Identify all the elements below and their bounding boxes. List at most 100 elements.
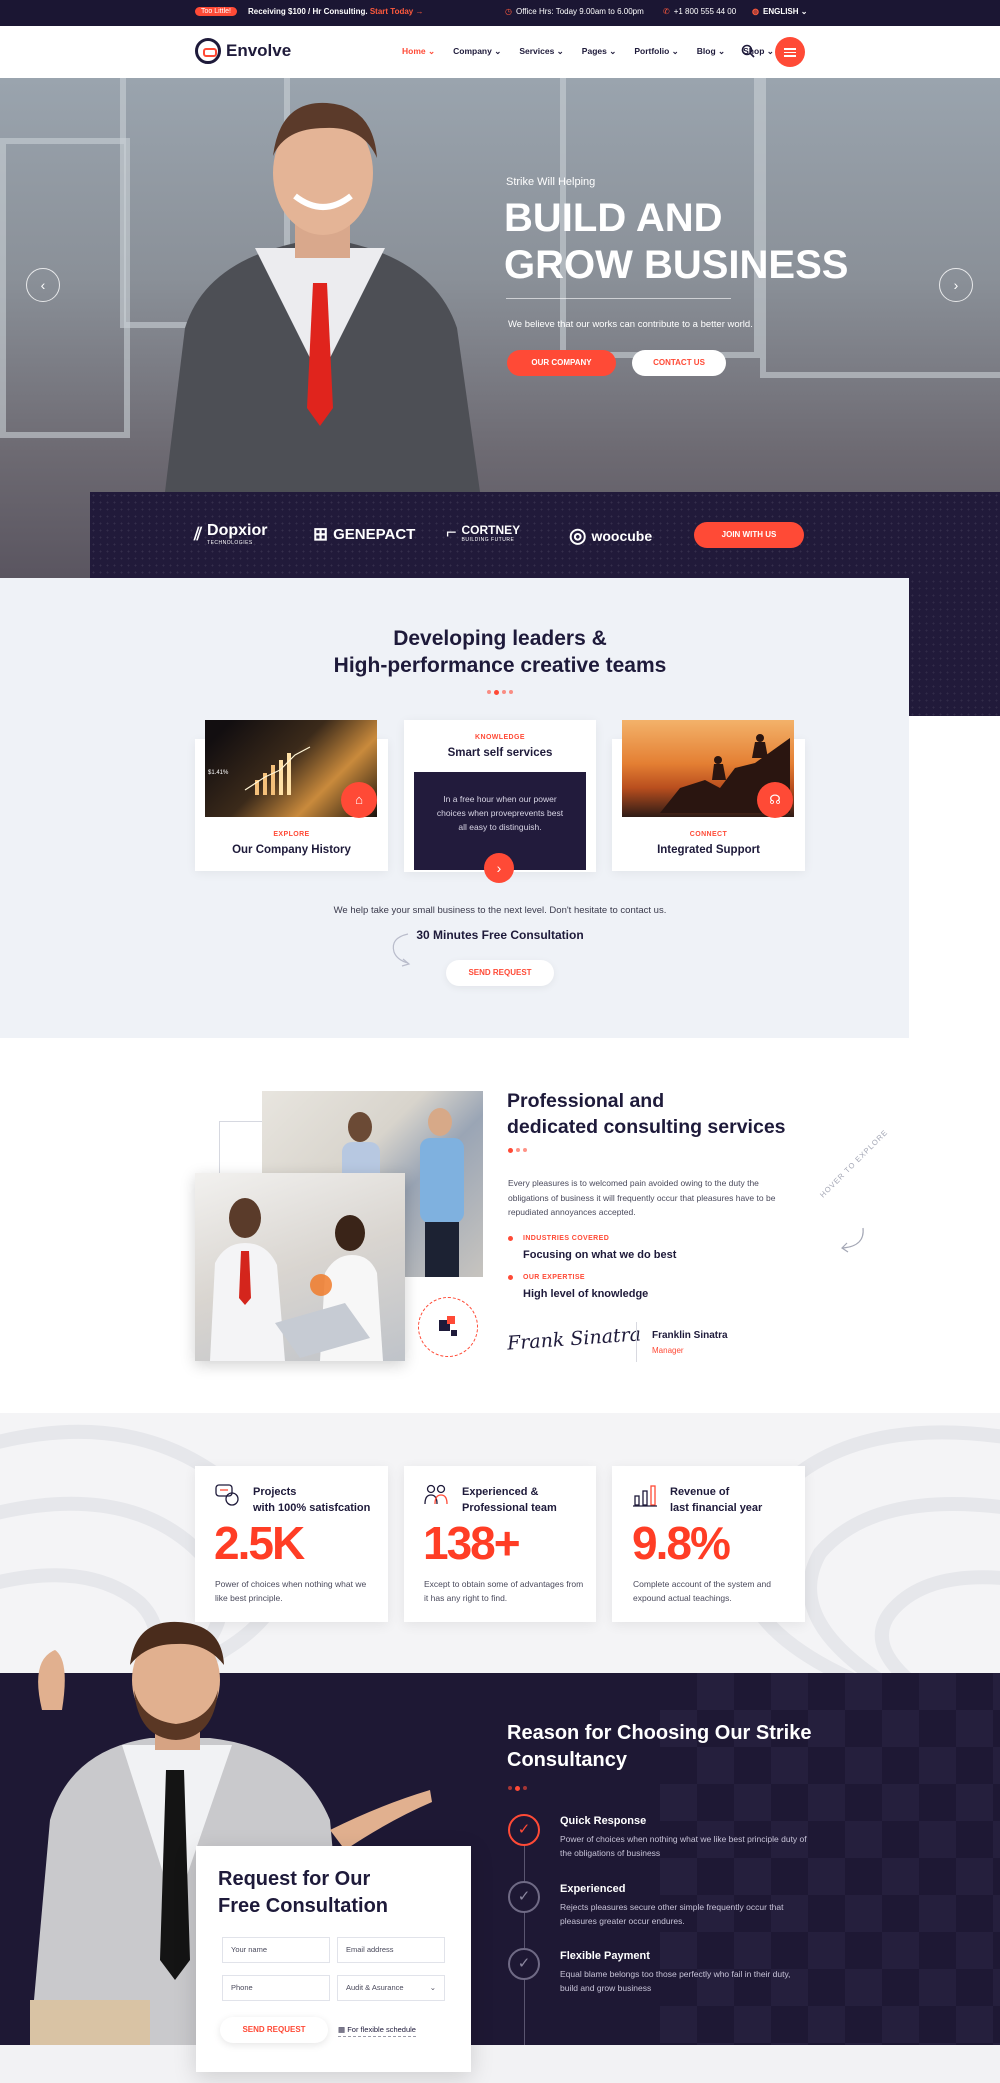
promo-text: Receiving $100 / Hr Consulting. Start To… <box>248 7 423 16</box>
service-select-value: Audit & Asurance <box>346 1983 404 1992</box>
partner-name: CORTNEY <box>461 522 521 537</box>
search-icon[interactable] <box>741 44 755 58</box>
nav-home-label: Home <box>402 46 426 56</box>
contact-us-button[interactable]: CONTACT US <box>632 350 726 376</box>
window-frame <box>0 138 130 438</box>
form-title-line: Request for Our <box>218 1868 371 1890</box>
phone-number[interactable]: ✆ +1 800 555 44 00 <box>663 7 736 16</box>
businessman-photo <box>165 102 480 492</box>
decorative-dark-strip <box>909 578 1000 716</box>
schedule-label: For flexible schedule <box>347 2025 416 2034</box>
arrow-right-button[interactable]: › <box>484 853 514 883</box>
revenue-chart-icon <box>633 1485 657 1507</box>
slider-next-button[interactable]: › <box>939 268 973 302</box>
send-request-button[interactable]: SEND REQUEST <box>220 2017 328 2043</box>
menu-bar <box>784 51 796 53</box>
language-label: ENGLISH <box>762 7 799 16</box>
phone-icon: ✆ <box>663 7 670 16</box>
partner-name: woocube <box>591 527 653 544</box>
logo-icon <box>195 38 221 64</box>
reason-item-text: Power of choices when nothing what we li… <box>560 1834 807 1858</box>
name-input[interactable]: Your name <box>222 1937 330 1963</box>
form-title-line: Free Consultation <box>218 1895 389 1917</box>
hero-title-line: BUILD AND <box>504 196 723 240</box>
start-today-link[interactable]: Start Today <box>370 7 413 16</box>
nav-home[interactable]: Home ⌄ <box>402 46 435 57</box>
bottom-strip <box>0 2045 1000 2083</box>
section-dots-divider <box>508 1148 527 1153</box>
card-title: Smart self services <box>447 747 553 759</box>
nav-services[interactable]: Services ⌄ <box>519 46 563 57</box>
dot <box>523 1786 527 1790</box>
hero-divider <box>506 298 731 299</box>
seal-logo-icon <box>439 1316 457 1336</box>
dot <box>523 1148 527 1152</box>
section-dots-divider <box>487 690 513 695</box>
nav-company[interactable]: Company ⌄ <box>453 46 501 57</box>
card-description: In a free hour when our power choices wh… <box>436 794 564 832</box>
hero-description: We believe that our works can contribute… <box>508 319 753 330</box>
slider-prev-button[interactable]: ‹ <box>26 268 60 302</box>
headset-icon: ☊ <box>757 782 793 818</box>
partner-logo-dopxior[interactable]: ⫽ Dopxior TECHNOLOGIES <box>194 522 267 546</box>
reason-item-text: Equal blame belongs too those perfectly … <box>560 1969 791 1993</box>
stat-title: Projects with 100% satisfcation <box>253 1484 370 1516</box>
chevron-right-icon: › <box>953 277 959 293</box>
office-people-illustration <box>210 1198 383 1361</box>
hero-title-line: GROW BUSINESS <box>504 243 849 287</box>
partner-logo-cortney[interactable]: ⌐ CORTNEY BUILDING FUTURE <box>446 522 520 543</box>
office-hours: ◷ Office Hrs: Today 9.00am to 6.00pm <box>505 7 644 16</box>
stat-number: 2.5K <box>214 1517 305 1569</box>
stat-text: Complete account of the system and expou… <box>633 1579 771 1603</box>
chevron-down-icon: ⌄ <box>800 7 808 16</box>
menu-bar <box>784 55 796 57</box>
feature-title: Focusing on what we do best <box>523 1249 677 1261</box>
reason-item-title: Experienced <box>560 1883 626 1895</box>
partner-tag: BUILDING FUTURE <box>461 536 515 543</box>
card-kicker: CONNECT <box>689 831 728 838</box>
nav-portfolio[interactable]: Portfolio ⌄ <box>634 46 678 57</box>
feature-kicker: OUR EXPERTISE <box>523 1274 585 1281</box>
partner-logo-genepact[interactable]: ⊞ GENEPACT <box>313 524 415 545</box>
nav-pages[interactable]: Pages ⌄ <box>582 46 617 57</box>
top-bar: Too Little! Receiving $100 / Hr Consulti… <box>0 0 1000 26</box>
signature: Frank Sinatra <box>506 1323 642 1355</box>
phone-label: +1 800 555 44 00 <box>673 7 737 16</box>
chevron-left-icon: ‹ <box>40 277 46 293</box>
join-with-us-button[interactable]: JOIN WITH US <box>694 522 804 548</box>
consulting-title: Professional and dedicated consulting se… <box>507 1088 786 1140</box>
email-input[interactable]: Email address <box>337 1937 445 1963</box>
language-selector[interactable]: ◍ ENGLISH ⌄ <box>752 7 807 16</box>
stat-title-line: Projects <box>253 1486 297 1498</box>
nav-services-label: Services <box>519 46 555 56</box>
arrow-right-icon: → <box>415 7 424 16</box>
reason-title-line: Reason for Choosing Our Strike <box>507 1722 812 1744</box>
main-nav: Home ⌄ Company ⌄ Services ⌄ Pages ⌄ Port… <box>402 46 774 57</box>
stat-title-line: with 100% satisfcation <box>253 1502 371 1514</box>
clock-icon: ◷ <box>505 7 512 16</box>
divider <box>636 1322 637 1362</box>
logo-text: Envolve <box>226 41 292 60</box>
partner-name: GENEPACT <box>333 526 416 543</box>
menu-toggle-button[interactable] <box>775 37 805 67</box>
person-role: Manager <box>652 1346 684 1355</box>
stat-title-line: Revenue of <box>670 1486 730 1498</box>
dot <box>515 1786 520 1791</box>
free-consultation-label: 30 Minutes Free Consultation <box>416 928 584 942</box>
phone-input[interactable]: Phone <box>222 1975 330 2001</box>
site-logo[interactable]: Envolve <box>195 38 291 64</box>
feature-kicker: INDUSTRIES COVERED <box>523 1235 610 1242</box>
reason-item-title: Flexible Payment <box>560 1950 650 1962</box>
promo-label: Receiving $100 / Hr Consulting. <box>248 7 368 16</box>
service-select[interactable]: Audit & Asurance ⌄ <box>337 1975 445 2001</box>
reason-title: Reason for Choosing Our Strike Consultan… <box>507 1720 811 1774</box>
stat-title-line: Professional team <box>462 1502 557 1514</box>
our-company-button[interactable]: OUR COMPANY <box>507 350 616 376</box>
partner-tag: TECHNOLOGIES <box>207 540 253 546</box>
send-request-button[interactable]: SEND REQUEST <box>446 960 554 986</box>
dot <box>509 690 513 694</box>
partner-logo-woocube[interactable]: ◎ woocube <box>569 523 652 548</box>
nav-blog[interactable]: Blog ⌄ <box>697 46 725 57</box>
flexible-schedule-link[interactable]: ▦ For flexible schedule <box>338 2025 416 2037</box>
dopxior-icon: ⫽ <box>194 523 203 544</box>
